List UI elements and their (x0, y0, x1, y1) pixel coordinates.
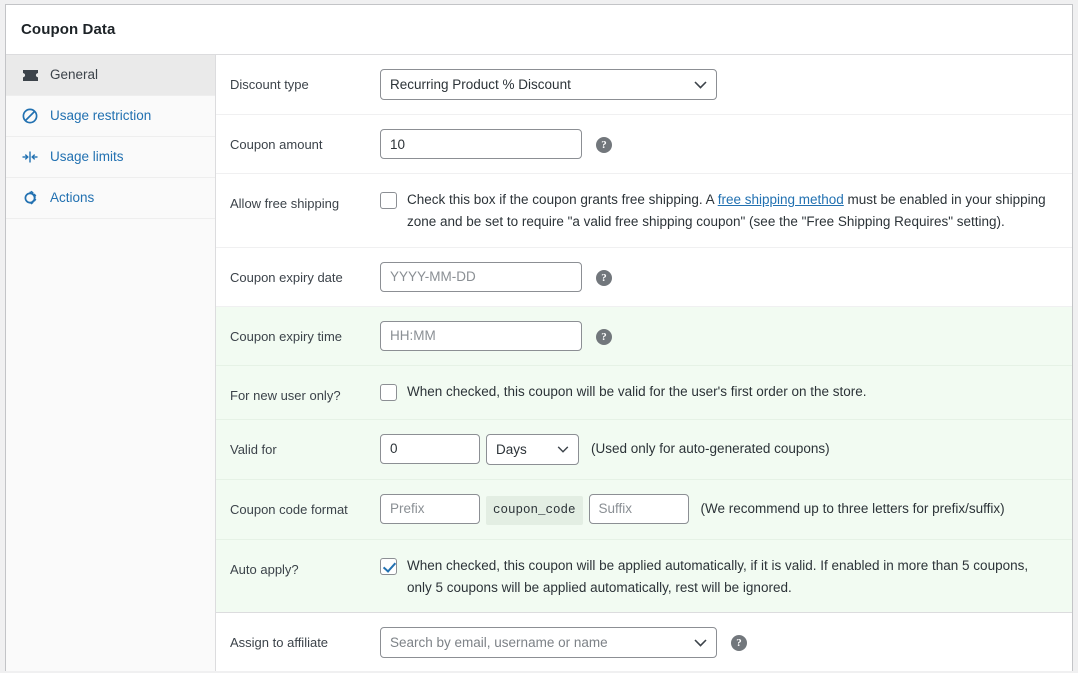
row-allow-free-shipping: Allow free shipping Check this box if th… (216, 174, 1072, 248)
free-shipping-method-link[interactable]: free shipping method (718, 192, 844, 207)
coupon-expiry-date-field: ? (380, 261, 1056, 292)
row-coupon-expiry-time: Coupon expiry time ? (216, 306, 1072, 366)
allow-free-shipping-description: Check this box if the coupon grants free… (407, 188, 1056, 233)
coupon-code-format-hint: (We recommend up to three letters for pr… (700, 500, 1005, 516)
coupon-amount-field: ? (380, 129, 1056, 159)
sidebar-item-general-label: General (50, 67, 99, 83)
panel-header: Coupon Data (6, 5, 1072, 55)
assign-to-affiliate-label: Assign to affiliate (230, 635, 329, 651)
sidebar-item-general[interactable]: General (6, 55, 215, 96)
coupon-code-prefix-input[interactable] (380, 493, 480, 524)
row-auto-apply: Auto apply? When checked, this coupon wi… (216, 539, 1072, 614)
coupon-amount-label: Coupon amount (230, 137, 323, 152)
discount-type-field: Recurring Product % Discount (380, 69, 1056, 100)
row-coupon-code-format: Coupon code format coupon_code (We recom… (216, 479, 1072, 540)
prohibition-icon (20, 106, 40, 126)
allow-free-shipping-checkbox[interactable] (380, 192, 397, 209)
screenshot-root: Coupon Data General Usage restriction Us… (0, 0, 1078, 673)
panel-body: General Usage restriction Usage limits A… (6, 55, 1072, 671)
discount-type-select-wrap: Recurring Product % Discount (380, 69, 717, 100)
row-coupon-expiry-date: Coupon expiry date ? (216, 248, 1072, 307)
coupon-amount-input[interactable] (380, 129, 582, 159)
coupon-data-sidebar: General Usage restriction Usage limits A… (6, 55, 216, 671)
help-icon-coupon-amount[interactable]: ? (596, 137, 612, 153)
coupon-expiry-date-input[interactable] (380, 261, 582, 292)
allow-free-shipping-label: Allow free shipping (230, 196, 340, 211)
assign-to-affiliate-select[interactable]: Search by email, username or name (380, 627, 717, 659)
coupon-expiry-time-input[interactable] (380, 320, 582, 351)
coupon-code-format-field: coupon_code (We recommend up to three le… (380, 493, 1056, 525)
page-title: Coupon Data (21, 21, 116, 38)
valid-for-label: Valid for (230, 441, 277, 457)
assign-to-affiliate-select-wrap: Search by email, username or name (380, 627, 717, 659)
discount-type-label: Discount type (230, 77, 309, 92)
gear-icon (20, 188, 40, 208)
sidebar-item-actions-label: Actions (50, 190, 95, 206)
row-valid-for: Valid for Days (216, 419, 1072, 480)
auto-apply-field: When checked, this coupon will be applie… (380, 554, 1056, 599)
for-new-user-only-field: When checked, this coupon will be valid … (380, 380, 1056, 403)
discount-type-select[interactable]: Recurring Product % Discount (380, 69, 717, 100)
valid-for-unit-select-wrap: Days (486, 433, 579, 465)
ticket-icon (20, 65, 40, 85)
row-assign-to-affiliate: Assign to affiliate Search by email, use… (216, 613, 1072, 671)
sidebar-item-usage-restriction-label: Usage restriction (50, 108, 152, 124)
help-icon-coupon-expiry-date[interactable]: ? (596, 269, 612, 286)
valid-for-field: Days (Used only for auto-generated coupo… (380, 433, 1056, 465)
for-new-user-only-description: When checked, this coupon will be valid … (407, 383, 867, 399)
sidebar-item-usage-limits-label: Usage limits (50, 149, 124, 165)
row-discount-type: Discount type Recurring Product % Discou… (216, 55, 1072, 115)
auto-apply-label: Auto apply? (230, 561, 299, 577)
help-icon-assign-to-affiliate[interactable]: ? (731, 635, 747, 652)
coupon-code-placeholder-badge: coupon_code (486, 495, 583, 525)
assign-to-affiliate-field: Search by email, username or name ? (380, 627, 1056, 659)
coupon-data-panel: Coupon Data General Usage restriction Us… (5, 4, 1073, 671)
allow-free-shipping-field: Check this box if the coupon grants free… (380, 188, 1056, 233)
coupon-expiry-date-label: Coupon expiry date (230, 269, 343, 285)
valid-for-unit-select[interactable]: Days (486, 433, 579, 465)
free-shipping-text-before: Check this box if the coupon grants free… (407, 192, 718, 207)
coupon-general-form: Discount type Recurring Product % Discou… (216, 55, 1072, 671)
coupon-expiry-time-label: Coupon expiry time (230, 328, 342, 344)
valid-for-input[interactable] (380, 433, 480, 464)
for-new-user-only-label: For new user only? (230, 387, 341, 403)
row-coupon-amount: Coupon amount ? (216, 115, 1072, 174)
auto-apply-checkbox[interactable] (380, 557, 397, 575)
sidebar-item-actions[interactable]: Actions (6, 178, 215, 219)
auto-apply-description: When checked, this coupon will be applie… (407, 557, 1029, 595)
row-for-new-user-only: For new user only? When checked, this co… (216, 365, 1072, 420)
sidebar-item-usage-restriction[interactable]: Usage restriction (6, 96, 215, 137)
valid-for-hint: (Used only for auto-generated coupons) (591, 440, 830, 456)
for-new-user-only-checkbox[interactable] (380, 383, 397, 401)
coupon-expiry-time-field: ? (380, 320, 1056, 351)
limits-icon (20, 147, 40, 167)
coupon-code-suffix-input[interactable] (588, 493, 689, 524)
sidebar-item-usage-limits[interactable]: Usage limits (6, 137, 215, 178)
coupon-code-format-label: Coupon code format (230, 501, 348, 517)
help-icon-coupon-expiry-time[interactable]: ? (596, 328, 612, 345)
